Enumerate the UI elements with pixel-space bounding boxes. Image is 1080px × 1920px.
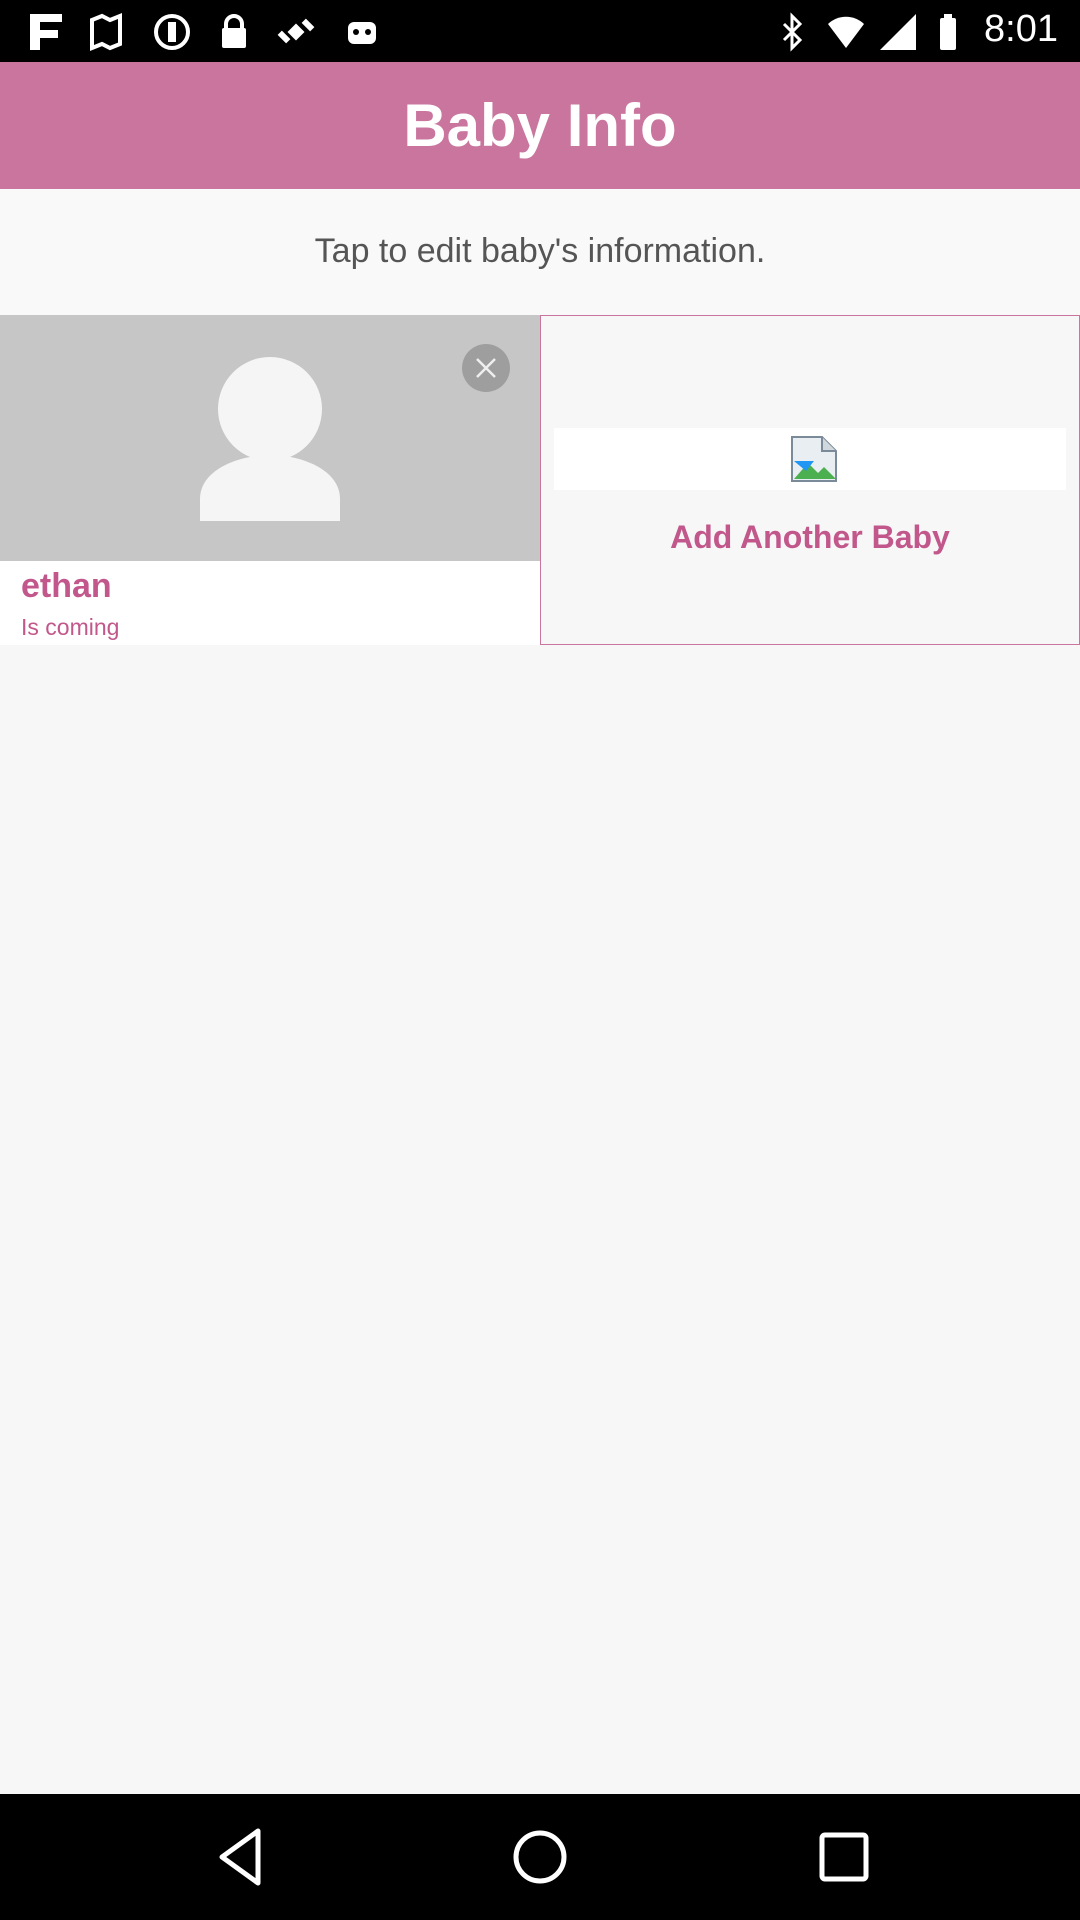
signal-icon <box>880 14 916 50</box>
info-icon <box>154 14 190 50</box>
broken-image-icon <box>791 436 837 482</box>
back-icon[interactable] <box>210 1825 274 1889</box>
avatar-placeholder-icon <box>200 357 340 521</box>
recents-icon[interactable] <box>812 1825 876 1889</box>
status-bar: 8:01 <box>0 0 1080 62</box>
bluetooth-icon <box>782 12 803 52</box>
map-icon <box>90 13 122 51</box>
status-time: 8:01 <box>984 8 1058 50</box>
wifi-icon <box>828 16 864 48</box>
baby-status: Is coming <box>21 614 120 640</box>
lock-icon <box>222 14 246 48</box>
app-bar: Baby Info <box>0 62 1080 189</box>
app-icon <box>30 14 62 50</box>
baby-card[interactable]: ethan Is coming <box>0 315 540 645</box>
edit-hint-text: Tap to edit baby's information. <box>314 232 766 270</box>
satellite-icon <box>277 18 315 44</box>
baby-name: ethan <box>21 567 112 605</box>
page-title: Baby Info <box>403 92 677 159</box>
close-icon <box>476 358 496 378</box>
battery-icon <box>940 14 956 50</box>
home-icon[interactable] <box>508 1825 572 1889</box>
add-another-baby-label: Add Another Baby <box>670 519 950 555</box>
baby-photo[interactable] <box>0 315 540 561</box>
navigation-bar <box>0 1794 1080 1920</box>
remove-baby-button[interactable] <box>462 344 510 392</box>
add-another-baby-card[interactable]: Add Another Baby <box>540 315 1080 645</box>
android-icon <box>348 22 376 44</box>
